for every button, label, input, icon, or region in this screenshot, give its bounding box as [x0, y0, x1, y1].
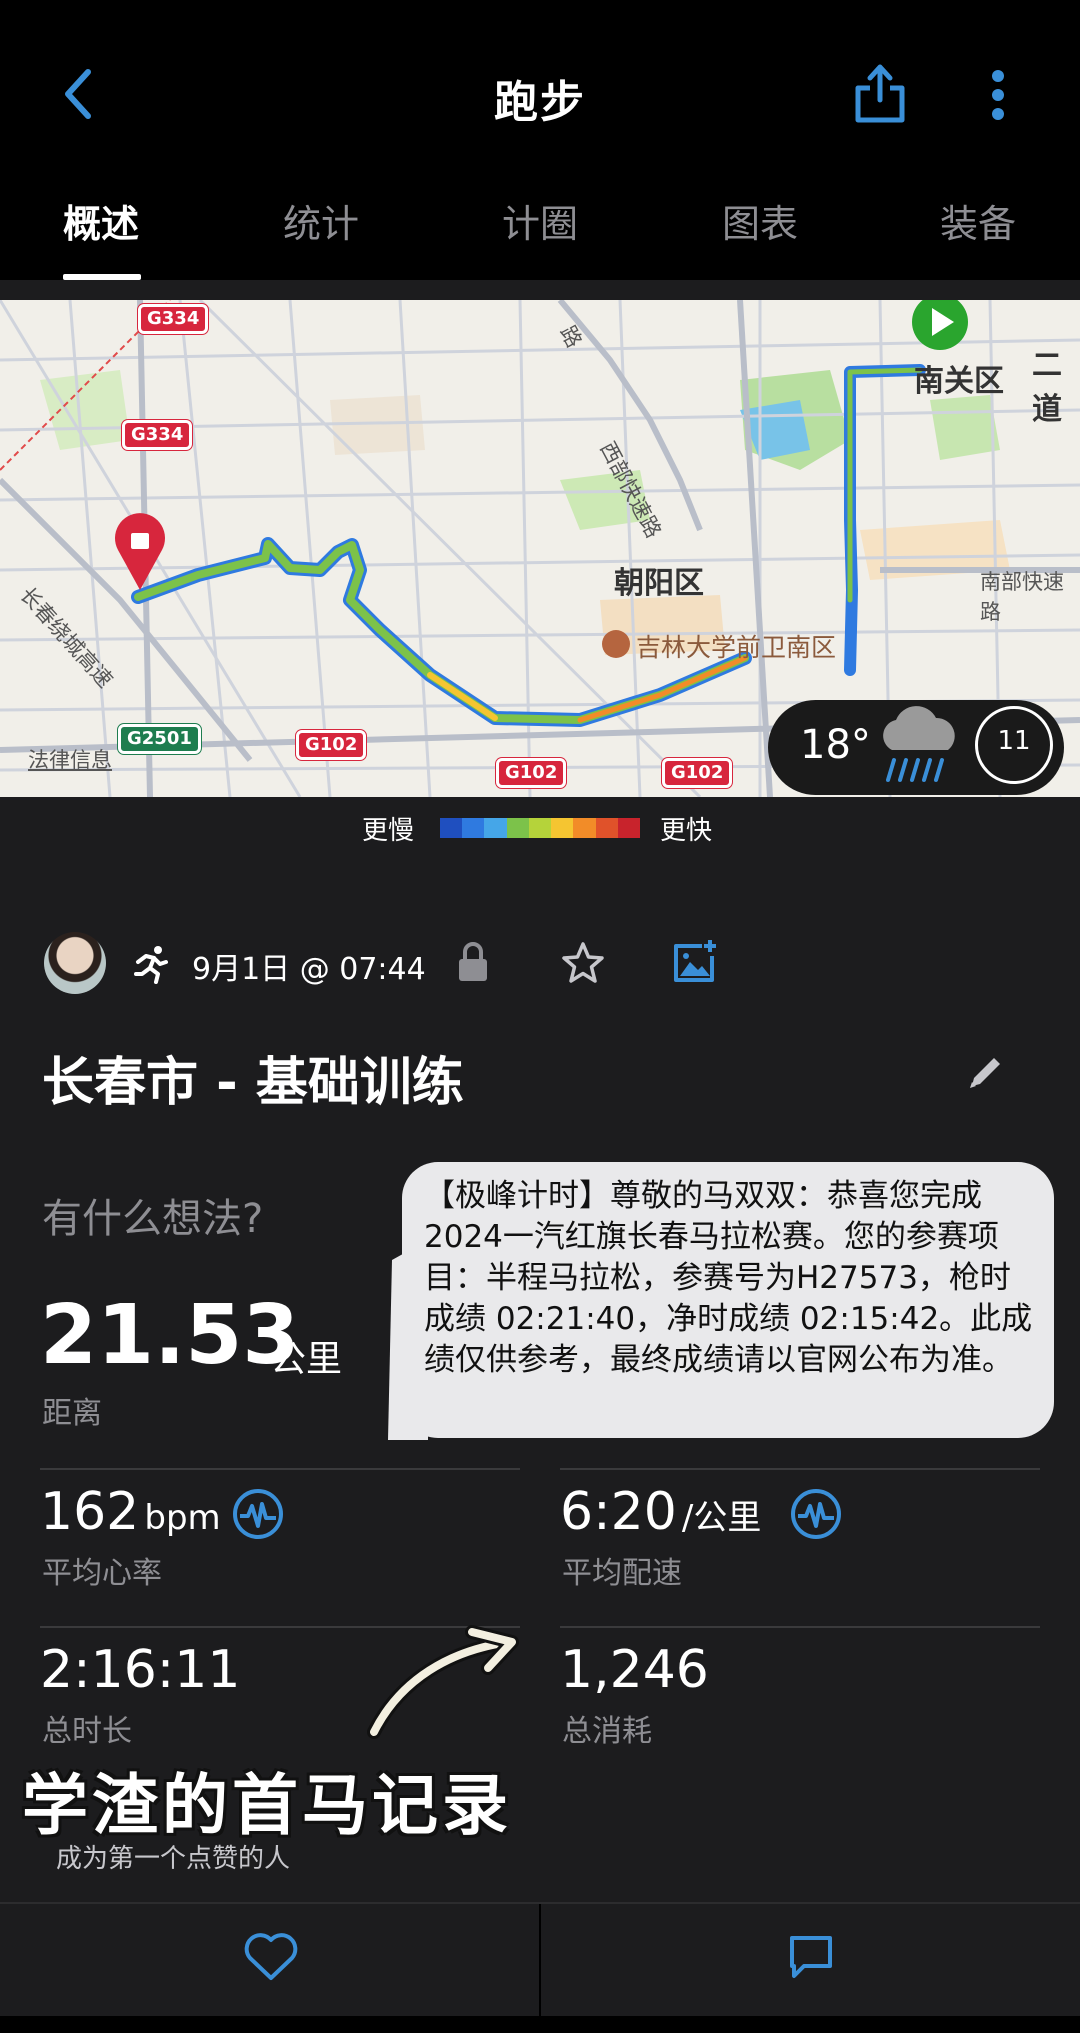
distance-label: 距离 — [42, 1396, 102, 1431]
legend-color-swatch — [551, 818, 574, 838]
tab-charts[interactable]: 图表 — [722, 193, 798, 248]
road-shield: G334 — [122, 420, 193, 450]
legend-color-swatch — [462, 818, 485, 838]
tab-overview[interactable]: 概述 — [63, 193, 139, 248]
legend-slower-label: 更慢 — [362, 816, 415, 846]
map-label-district: 朝阳区 — [614, 566, 704, 601]
pace-unit: /公里 — [681, 1498, 762, 1538]
pace-stat[interactable]: 6:20 /公里 — [560, 1482, 761, 1542]
pace-label: 平均配速 — [562, 1556, 682, 1591]
legend-color-swatch — [573, 818, 596, 838]
divider — [560, 1468, 1040, 1470]
tab-laps[interactable]: 计圈 — [502, 193, 578, 248]
lock-icon[interactable] — [456, 940, 490, 984]
legend-faster-label: 更快 — [660, 816, 713, 846]
weather-temperature: 18° — [800, 722, 871, 768]
legend-color-swatch — [595, 818, 618, 838]
distance-unit: 公里 — [270, 1339, 343, 1380]
like-heart-icon[interactable] — [244, 1932, 298, 1982]
legend-color-swatch — [528, 818, 552, 838]
map-label-nanguan: 南关区 — [914, 364, 1004, 399]
pace-wave-icon[interactable] — [790, 1488, 842, 1540]
divider — [40, 1468, 520, 1470]
map-label-erdao: 二道 — [1032, 348, 1062, 427]
legend-color-swatch — [440, 818, 463, 838]
sms-text: 【极峰计时】尊敬的马双双：恭喜您完成 2024一汽红旗长春马拉松赛。您的参赛项目… — [424, 1178, 1033, 1378]
road-shield: G102 — [662, 758, 733, 788]
divider — [560, 1626, 1040, 1628]
calories-value: 1,246 — [560, 1640, 709, 1700]
legend-color-swatch — [617, 818, 640, 838]
divider — [539, 1904, 541, 2016]
legend-color-swatch — [506, 818, 529, 838]
tab-gear[interactable]: 装备 — [940, 193, 1016, 248]
heart-rate-stat[interactable]: 162 bpm — [40, 1482, 221, 1542]
road-shield: G2501 — [118, 724, 201, 754]
running-icon — [134, 946, 168, 984]
overlay-caption: 学渣的首马记录 — [22, 1767, 512, 1844]
duration-value: 2:16:11 — [40, 1640, 241, 1700]
pace-value: 6:20 — [560, 1482, 677, 1542]
heart-rate-wave-icon[interactable] — [232, 1488, 284, 1540]
map-legal-link[interactable]: 法律信息 — [28, 744, 112, 774]
star-icon[interactable] — [560, 940, 606, 986]
map-label-university: 吉林大学前卫南区 — [636, 633, 837, 662]
more-options-icon[interactable] — [990, 70, 1006, 120]
tab-divider — [0, 280, 1080, 300]
duration-label: 总时长 — [42, 1714, 132, 1749]
share-icon[interactable] — [852, 62, 908, 124]
arrow-icon — [367, 1625, 519, 1739]
add-photo-icon[interactable] — [672, 938, 718, 984]
road-shield: G102 — [496, 758, 567, 788]
wind-speed: 11 — [997, 726, 1031, 756]
legend-color-swatch — [484, 818, 507, 838]
pace-color-bar — [440, 818, 640, 838]
heart-rate-unit: bpm — [144, 1498, 221, 1538]
rain-cloud-icon — [883, 706, 955, 782]
bottom-safe-area — [0, 2016, 1080, 2033]
thoughts-input[interactable]: 有什么想法? — [42, 1186, 263, 1244]
end-marker-icon — [114, 513, 166, 590]
distance-value: 21.53 — [40, 1288, 300, 1383]
edit-icon[interactable] — [966, 1052, 1006, 1092]
tab-stats[interactable]: 统计 — [283, 193, 359, 248]
tab-bar: 概述 统计 计圈 图表 装备 — [0, 175, 1080, 280]
university-poi-icon — [602, 630, 630, 658]
activity-title: 长春市 - 基础训练 — [42, 1053, 464, 1113]
map-label-south-expressway: 南部快速路 — [980, 570, 1064, 624]
comment-icon[interactable] — [788, 1934, 834, 1980]
first-like-text: 成为第一个点赞的人 — [56, 1844, 291, 1874]
calories-label: 总消耗 — [562, 1714, 652, 1749]
activity-date: 9月1日 @ 07:44 — [192, 952, 426, 987]
avatar[interactable] — [44, 932, 106, 994]
page-title: 跑步 — [494, 77, 586, 128]
heart-rate-label: 平均心率 — [42, 1556, 162, 1591]
road-shield: G102 — [296, 730, 367, 760]
road-shield: G334 — [138, 304, 209, 334]
heart-rate-value: 162 — [40, 1482, 140, 1542]
